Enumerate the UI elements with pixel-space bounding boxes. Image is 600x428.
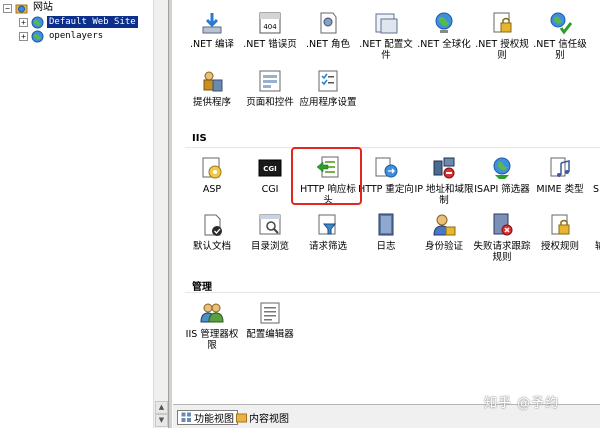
expand-icon[interactable]: + — [19, 17, 28, 27]
tree-scrollbar[interactable]: ▲ ▼ — [153, 0, 168, 428]
configuration-editor-icon — [260, 302, 280, 324]
scroll-down-button[interactable]: ▼ — [155, 414, 168, 427]
section-header-management: 管理 — [192, 282, 212, 293]
net-globalization-icon — [435, 12, 453, 33]
watermark-text: 知乎 @予约 — [484, 396, 560, 411]
tree-node-default-web-site[interactable]: + Default Web Site — [19, 15, 138, 29]
feature-request-filtering[interactable]: 请求筛选 — [297, 212, 359, 268]
app-settings-icon — [318, 70, 338, 92]
feature-net-trust-levels[interactable]: .NET 信任级别 — [529, 10, 591, 66]
collapse-icon[interactable]: − — [3, 3, 12, 13]
logging-icon — [378, 213, 394, 236]
feature-failed-request-tracing[interactable]: 失败请求跟踪规则 — [471, 212, 533, 268]
cgi-icon: CGI — [258, 159, 282, 177]
net-roles-icon — [320, 12, 337, 34]
svg-text:404: 404 — [263, 23, 277, 31]
feature-net-globalization[interactable]: .NET 全球化 — [413, 10, 475, 66]
request-filtering-icon — [318, 214, 337, 235]
feature-asp[interactable]: ASP — [181, 155, 243, 211]
feature-partial-right[interactable]: S — [581, 155, 600, 211]
authorization-rules-icon — [551, 214, 570, 235]
net-error-pages-icon: 404 — [259, 12, 281, 34]
failed-request-tracing-icon — [493, 213, 513, 236]
mime-types-icon — [550, 157, 570, 177]
net-trust-levels-icon — [550, 12, 573, 35]
feature-logging[interactable]: 日志 — [355, 212, 417, 268]
feature-iis-manager-permissions[interactable]: IIS 管理器权限 — [181, 300, 243, 356]
features-view-icon — [181, 412, 191, 422]
feature-net-roles[interactable]: .NET 角色 — [297, 10, 359, 66]
feature-http-redirect[interactable]: HTTP 重定向 — [355, 155, 417, 211]
feature-net-profile[interactable]: .NET 配置文件 — [355, 10, 417, 66]
pages-controls-icon — [259, 70, 281, 92]
http-redirect-icon — [375, 157, 398, 178]
directory-browsing-icon — [259, 214, 281, 235]
net-profile-icon — [375, 13, 398, 34]
svg-text:CGI: CGI — [263, 165, 277, 173]
feature-authentication[interactable]: 身份验证 — [413, 212, 475, 268]
net-compile-icon — [202, 13, 222, 34]
ip-domain-restrictions-icon — [433, 157, 455, 179]
authentication-icon — [433, 214, 456, 236]
connections-tree: − 网站 + Default Web Site + openlayers — [0, 0, 168, 428]
globe-icon — [31, 16, 44, 28]
tree-node-openlayers[interactable]: + openlayers — [19, 29, 105, 43]
default-document-icon — [204, 214, 222, 236]
tab-content-view-label: 内容视图 — [249, 414, 289, 425]
sites-folder-icon — [15, 4, 28, 13]
asp-icon — [202, 157, 222, 179]
section-divider — [185, 292, 600, 293]
feature-providers[interactable]: 提供程序 — [181, 68, 243, 124]
feature-default-document[interactable]: 默认文档 — [181, 212, 243, 268]
scroll-up-button[interactable]: ▲ — [155, 401, 168, 414]
tree-label-sites: 网站 — [33, 2, 53, 13]
iis-manager-permissions-icon — [200, 303, 224, 323]
feature-net-compile[interactable]: .NET 编译 — [181, 10, 243, 66]
tree-node-sites[interactable]: − 网站 — [3, 1, 55, 15]
isapi-filters-icon — [493, 157, 511, 179]
feature-app-settings[interactable]: 应用程序设置 — [297, 68, 359, 124]
feature-net-error-pages[interactable]: 404 .NET 错误页 — [239, 10, 301, 66]
features-pane: .NET 编译 404 .NET 错误页 .NET 角色 .NET 配置文件 .… — [173, 0, 600, 404]
tree-label-default-web-site: Default Web Site — [47, 16, 138, 28]
tab-features-view[interactable]: 功能视图 — [177, 410, 238, 425]
feature-net-authorization[interactable]: .NET 授权规则 — [471, 10, 533, 66]
expand-icon[interactable]: + — [19, 31, 28, 41]
feature-directory-browsing[interactable]: 目录浏览 — [239, 212, 301, 268]
tree-label-openlayers: openlayers — [49, 31, 104, 41]
content-view-icon — [236, 413, 247, 423]
section-divider — [185, 147, 600, 148]
section-header-iis: IIS — [192, 133, 207, 144]
feature-configuration-editor[interactable]: 配置编辑器 — [239, 300, 301, 356]
feature-ip-domain-restrictions[interactable]: IP 地址和域限制 — [413, 155, 475, 211]
globe-icon — [31, 30, 44, 42]
net-authorization-icon — [493, 12, 512, 33]
providers-icon — [203, 71, 223, 92]
tab-features-view-label: 功能视图 — [194, 414, 234, 425]
tab-content-view[interactable]: 内容视图 — [233, 410, 292, 425]
feature-pages-controls[interactable]: 页面和控件 — [239, 68, 301, 124]
annotation-highlight-box — [291, 147, 362, 205]
feature-partial-right-2[interactable]: 输 — [581, 212, 600, 268]
feature-isapi-filters[interactable]: ISAPI 筛选器 — [471, 155, 533, 211]
